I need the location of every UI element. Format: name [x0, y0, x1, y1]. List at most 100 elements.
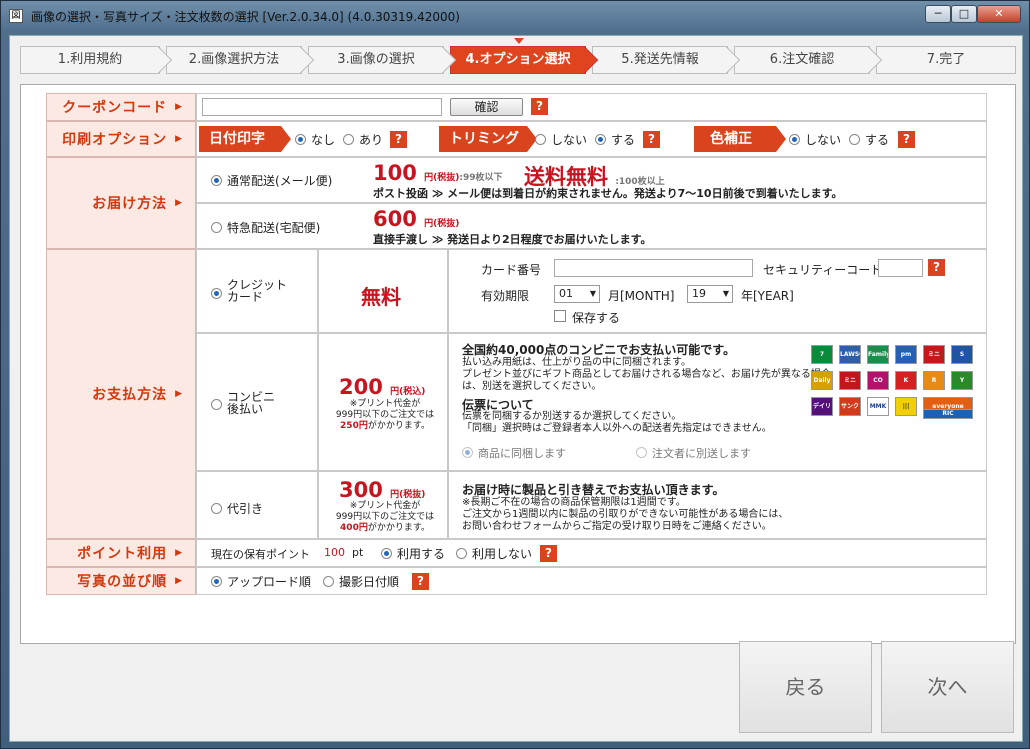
familymart-logo: FamilyMart: [867, 345, 889, 364]
sort-upload-label: アップロード順: [227, 575, 312, 589]
delivery-express-price: 600 円(税抜): [373, 207, 459, 231]
points-nouse-radio[interactable]: [456, 548, 467, 559]
points-help-icon[interactable]: ?: [540, 545, 557, 562]
step-label: 4.オプション選択: [465, 52, 571, 67]
coupon-confirm-button[interactable]: 確認: [450, 98, 523, 116]
pay-conv-label-2: 後払い: [227, 402, 264, 416]
next-button[interactable]: 次へ: [881, 641, 1014, 733]
color-correction-on-radio[interactable]: [849, 134, 860, 145]
sort-label: 写真の並び順: [77, 574, 168, 590]
daily-yamazaki-logo: デイリー: [811, 397, 833, 416]
three-eight-logo: |||: [895, 397, 917, 416]
fee-note-2: 999円以下のご注文では: [335, 410, 435, 420]
fee-amount: 250円: [340, 421, 368, 431]
window-title: 画像の選択・写真サイズ・注文枚数の選択 [Ver.2.0.34.0] (4.0.…: [31, 10, 460, 24]
cod-desc-2: ご注文から1週間以内に製品の引取りができない可能性がある場合には、: [462, 509, 789, 520]
trimming-on-radio[interactable]: [595, 134, 606, 145]
daily-logo: Daily: [811, 371, 833, 390]
save-card-label: 保存する: [572, 311, 621, 325]
trimming-help-icon[interactable]: ?: [643, 131, 660, 148]
sort-help-icon[interactable]: ?: [412, 573, 429, 590]
slip-desc: 伝票を同梱するか別送するか選択してください。 「同梱」選択時はご登録者本人以外への…: [462, 411, 772, 435]
pay-cod-radio[interactable]: [211, 503, 222, 514]
step-label: 5.発送先情報: [621, 52, 699, 67]
step-shipping: 5.発送先情報: [592, 45, 741, 75]
sort-header: 写真の並び順 ▶: [46, 567, 196, 595]
yamazaki-logo: Y: [951, 371, 973, 390]
step-complete: 7.完了: [876, 46, 1016, 74]
pay-cod-title: お届け時に製品と引き替えでお支払い頂きます。: [462, 483, 725, 497]
price-unit: 円(税込): [390, 387, 426, 397]
color-correction-help-icon[interactable]: ?: [898, 131, 915, 148]
color-correction-off-radio[interactable]: [789, 134, 800, 145]
ric-logo: RIC: [923, 409, 973, 419]
date-print-yes-radio[interactable]: [343, 134, 354, 145]
date-print-tag: 日付印字: [199, 126, 291, 152]
date-print-help-icon[interactable]: ?: [390, 131, 407, 148]
sort-date-label: 撮影日付順: [339, 575, 400, 589]
trimming-on-label: する: [611, 133, 636, 147]
sort-date-radio[interactable]: [323, 576, 334, 587]
price-value: 200: [339, 375, 383, 399]
three-f-logo: R: [923, 371, 945, 390]
price-unit: 円(税抜): [424, 173, 460, 183]
trimming-off-radio[interactable]: [535, 134, 546, 145]
points-label: ポイント利用: [77, 546, 168, 562]
minimize-button[interactable]: ─: [925, 5, 951, 23]
trimming-tag: トリミング: [439, 126, 537, 152]
sunkus-logo: サンクス: [839, 397, 861, 416]
sort-upload-radio[interactable]: [211, 576, 222, 587]
save-card-checkbox[interactable]: [554, 310, 566, 322]
security-code-input[interactable]: [878, 259, 923, 277]
pay-conv-radio[interactable]: [211, 399, 222, 410]
back-button[interactable]: 戻る: [739, 641, 872, 733]
app-icon: 図: [9, 9, 23, 23]
slip-separate-radio[interactable]: [636, 447, 647, 458]
slip-desc-2: 「同梱」選択時はご登録者本人以外への配送者先指定はできません。: [462, 423, 772, 434]
points-use-radio[interactable]: [381, 548, 392, 559]
ministop-logo: ミニ: [923, 345, 945, 364]
security-code-help-icon[interactable]: ?: [928, 259, 945, 276]
card-number-input[interactable]: [554, 259, 753, 277]
color-correction-tag: 色補正: [694, 126, 786, 152]
delivery-express-label: 特急配送(宅配便): [227, 221, 321, 235]
step-bar: 1.利用規約 2.画像選択方法 3.画像の選択 4.オプション選択 5.発送先情…: [20, 38, 1016, 76]
expiry-year-select[interactable]: 19: [687, 285, 733, 303]
close-button[interactable]: ✕: [977, 5, 1021, 23]
expiry-month-select[interactable]: 01: [554, 285, 600, 303]
conv-desc-1: 払い込み用紙は、仕上がり品の中に同梱されます。: [462, 357, 691, 368]
pay-cod-fee-note: ※プリント代金が 999円以下のご注文では 400円がかかります。: [326, 501, 444, 534]
payment-label: お支払方法: [92, 387, 168, 403]
date-print-yes-label: あり: [359, 133, 384, 147]
conv-desc-3: は、別送を選択してください。: [462, 381, 602, 392]
coupon-help-icon[interactable]: ?: [531, 98, 548, 115]
pay-credit-radio[interactable]: [211, 288, 222, 299]
maximize-button[interactable]: □: [951, 5, 977, 23]
pay-cod-label: 代引き: [227, 502, 264, 516]
pay-credit-label: クレジット カード: [227, 279, 287, 303]
security-code-label: セキュリティーコード: [763, 263, 883, 277]
pay-cod-price: 300 円(税抜): [339, 478, 425, 502]
title-bar: 図 画像の選択・写真サイズ・注文枚数の選択 [Ver.2.0.34.0] (4.…: [1, 1, 1029, 31]
seicomart-logo: S: [951, 345, 973, 364]
delivery-express-radio[interactable]: [211, 222, 222, 233]
step-method: 2.画像選択方法: [166, 45, 315, 75]
color-correction-on-label: する: [865, 133, 890, 147]
price-value: 600: [373, 207, 417, 231]
mini-logo: ミニ: [839, 371, 861, 390]
pay-conv-fee-note: ※プリント代金が 999円以下のご注文では 250円がかかります。: [326, 399, 444, 432]
delivery-mail-radio[interactable]: [211, 175, 222, 186]
pay-conv-price: 200 円(税込): [339, 375, 425, 399]
cod-desc-1: ※長期ご不在の場合の商品保管期限は1週間です。: [462, 497, 686, 508]
lawson-logo: LAWSON: [839, 345, 861, 364]
price-value: 300: [339, 478, 383, 502]
fee-note-3: がかかります。: [367, 421, 430, 431]
slip-enclose-radio[interactable]: [462, 447, 473, 458]
coupon-input[interactable]: [202, 98, 442, 116]
print-option-header: 印刷オプション ▶: [46, 121, 196, 157]
date-print-none-radio[interactable]: [295, 134, 306, 145]
pay-conv-title: 全国約40,000点のコンビニでお支払い可能です。: [462, 343, 736, 357]
client-area: 1.利用規約 2.画像選択方法 3.画像の選択 4.オプション選択 5.発送先情…: [9, 35, 1023, 742]
step-label: 6.注文確認: [769, 52, 835, 67]
expiry-month-unit: 月[MONTH]: [608, 289, 675, 303]
